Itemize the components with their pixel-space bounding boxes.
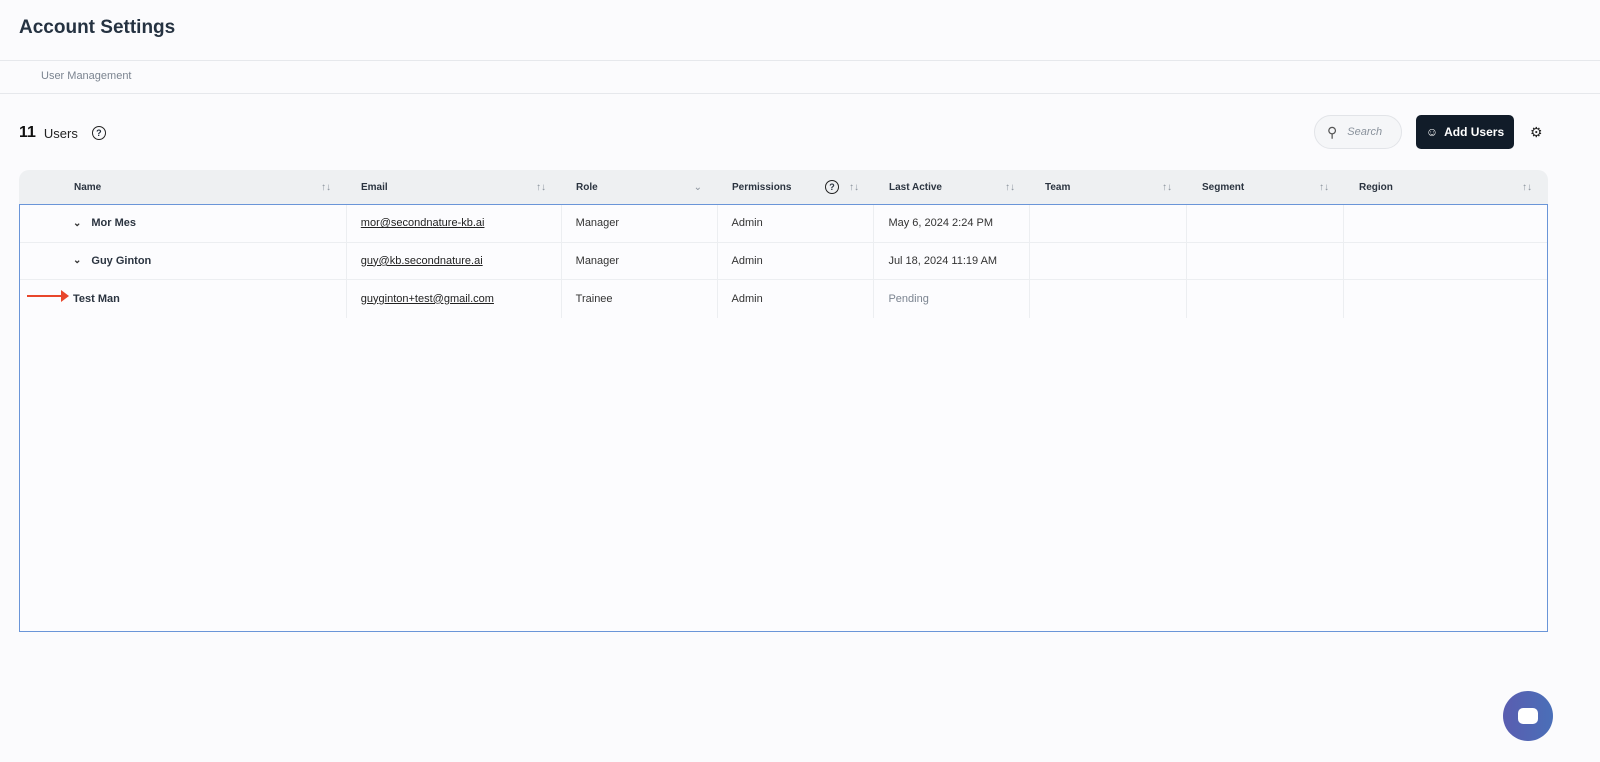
- arrow-annotation-icon: [27, 290, 69, 302]
- column-header-permissions[interactable]: Permissions? ↑↓: [718, 170, 875, 204]
- column-header-last_active[interactable]: Last Active ↑↓: [875, 170, 1031, 204]
- cell-team: [1030, 205, 1188, 242]
- role-value: Manager: [575, 254, 620, 267]
- help-icon[interactable]: ?: [825, 180, 839, 194]
- cell-region: [1344, 205, 1547, 242]
- cell-role: Trainee: [562, 280, 718, 318]
- email-value[interactable]: guyginton+test@gmail.com: [361, 293, 494, 305]
- cell-permissions: Admin: [718, 280, 875, 318]
- user-count: 11 Users ?: [19, 124, 106, 142]
- chevron-down-icon[interactable]: ⌄: [694, 182, 702, 193]
- column-label: Name: [74, 181, 102, 193]
- add-users-label: Add Users: [1444, 125, 1505, 139]
- add-user-icon: ☺: [1425, 125, 1439, 139]
- last_active-value: Pending: [888, 292, 929, 305]
- cell-permissions: Admin: [718, 205, 875, 242]
- cell-team: [1030, 242, 1188, 279]
- cell-email: guyginton+test@gmail.com: [347, 280, 562, 318]
- cell-last_active: Jul 18, 2024 11:19 AM: [874, 242, 1031, 279]
- search-placeholder: Search: [1347, 126, 1383, 138]
- add-users-button[interactable]: ☺ Add Users: [1416, 115, 1514, 149]
- column-label: Email: [361, 181, 388, 193]
- role-value: Trainee: [575, 292, 613, 305]
- column-label: Segment: [1202, 181, 1245, 193]
- cell-role: Manager: [562, 205, 718, 242]
- cell-email: mor@secondnature-kb.ai: [347, 205, 562, 242]
- chat-icon: [1518, 708, 1538, 724]
- cell-name: Test Man: [20, 280, 347, 318]
- cell-name: ⌄ Guy Ginton: [20, 242, 347, 279]
- chevron-down-icon[interactable]: ⌄: [73, 218, 81, 229]
- chat-button[interactable]: [1503, 691, 1553, 741]
- sort-icon[interactable]: ↑↓: [1319, 182, 1329, 193]
- email-value[interactable]: mor@secondnature-kb.ai: [361, 217, 485, 229]
- filter-settings-icon[interactable]: ⚙: [1530, 124, 1543, 141]
- user-count-label: Users: [43, 125, 78, 141]
- column-header-segment[interactable]: Segment ↑↓: [1188, 170, 1345, 204]
- search-input[interactable]: ⚲ Search: [1314, 115, 1402, 149]
- role-value: Manager: [575, 217, 620, 230]
- table-header: Name ↑↓ Email ↑↓ Role ⌄ Permissions? ↑↓ Last Act…: [19, 170, 1548, 204]
- cell-role: Manager: [562, 242, 718, 279]
- column-header-name[interactable]: Name ↑↓: [19, 170, 347, 204]
- table-row[interactable]: ⌄ Mor Mes mor@secondnature-kb.ai Manager Adm…: [20, 205, 1547, 243]
- permissions-value: Admin: [731, 217, 763, 230]
- divider: [0, 60, 1600, 61]
- user-count-number: 11: [19, 124, 36, 141]
- cell-segment: [1187, 205, 1345, 242]
- sort-icon[interactable]: ↑↓: [849, 182, 859, 193]
- column-header-region[interactable]: Region ↑↓: [1345, 170, 1548, 204]
- sort-icon[interactable]: ↑↓: [1162, 182, 1172, 193]
- cell-permissions: Admin: [718, 242, 875, 279]
- cell-email: guy@kb.secondnature.ai: [347, 242, 562, 279]
- last_active-value: May 6, 2024 2:24 PM: [888, 217, 993, 230]
- name-value: Test Man: [73, 292, 120, 305]
- cell-name: ⌄ Mor Mes: [20, 205, 347, 242]
- last_active-value: Jul 18, 2024 11:19 AM: [888, 254, 998, 267]
- column-header-email[interactable]: Email ↑↓: [347, 170, 562, 204]
- column-label: Permissions: [732, 181, 792, 193]
- permissions-value: Admin: [731, 254, 763, 267]
- permissions-value: Admin: [731, 292, 763, 305]
- table-row[interactable]: ⌄ Guy Ginton guy@kb.secondnature.ai Manager…: [20, 242, 1547, 280]
- search-icon: ⚲: [1327, 123, 1338, 140]
- name-value: Guy Ginton: [91, 254, 152, 267]
- table-body: ⌄ Mor Mes mor@secondnature-kb.ai Manager Adm…: [19, 204, 1548, 632]
- email-value[interactable]: guy@kb.secondnature.ai: [361, 255, 483, 267]
- name-value: Mor Mes: [91, 217, 137, 230]
- column-header-role[interactable]: Role ⌄: [562, 170, 718, 204]
- cell-segment: [1187, 242, 1345, 279]
- help-icon[interactable]: ?: [91, 126, 106, 140]
- tab-user-management[interactable]: User Management: [41, 70, 132, 82]
- column-label: Role: [576, 181, 598, 193]
- sort-icon[interactable]: ↑↓: [1005, 182, 1015, 193]
- cell-last_active: May 6, 2024 2:24 PM: [874, 205, 1031, 242]
- column-header-team[interactable]: Team ↑↓: [1031, 170, 1188, 204]
- cell-segment: [1187, 280, 1345, 318]
- cell-region: [1344, 280, 1547, 318]
- users-table: Name ↑↓ Email ↑↓ Role ⌄ Permissions? ↑↓ Last Act…: [19, 170, 1548, 632]
- column-label: Last Active: [889, 181, 942, 193]
- chevron-down-icon[interactable]: ⌄: [73, 255, 81, 266]
- sort-icon[interactable]: ↑↓: [321, 182, 331, 193]
- sort-icon[interactable]: ↑↓: [536, 182, 546, 193]
- page-title: Account Settings: [19, 17, 176, 38]
- cell-last_active: Pending: [874, 280, 1031, 318]
- column-label: Region: [1359, 181, 1393, 193]
- sort-icon[interactable]: ↑↓: [1522, 182, 1532, 193]
- divider: [0, 93, 1600, 94]
- cell-team: [1030, 280, 1188, 318]
- column-label: Team: [1045, 181, 1071, 193]
- table-row[interactable]: Test Man guyginton+test@gmail.com Trainee A…: [20, 280, 1547, 318]
- cell-region: [1344, 243, 1547, 280]
